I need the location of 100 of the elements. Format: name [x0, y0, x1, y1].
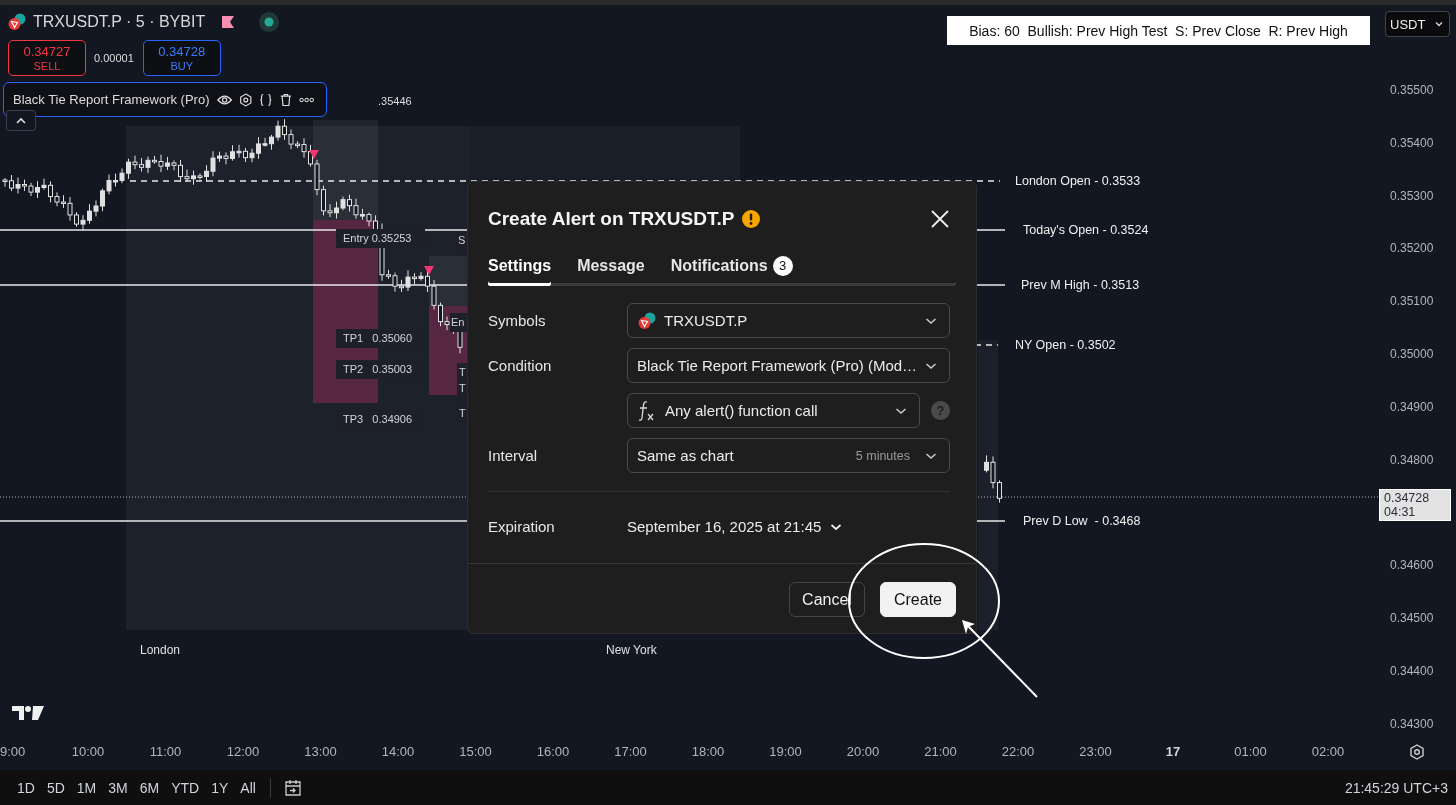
time-tick: 17:00 — [613, 744, 648, 759]
bias-box: Bias: 60 Bullish: Prev High Test S: Prev Close R: Prev High — [947, 16, 1370, 45]
flag-icon[interactable] — [221, 15, 236, 29]
trade-label: T — [457, 379, 467, 398]
symbol-dropdown[interactable]: TRXUSDT.P — [627, 303, 950, 338]
level-label: Today's Open - 0.3524 — [1023, 222, 1149, 239]
count-badge: 3 — [772, 256, 793, 276]
function-dropdown[interactable]: Any alert() function call — [627, 393, 921, 428]
logo-icon[interactable] — [12, 706, 44, 720]
level-label: London Open - 0.3533 — [1015, 173, 1141, 190]
field-label: Symbols — [488, 312, 547, 329]
sell-signal-icon — [309, 150, 319, 159]
settings-icon[interactable] — [238, 91, 253, 108]
indicator-name[interactable]: Black Tie Report Framework (Pro) — [13, 92, 210, 107]
chevron-down-icon — [1435, 21, 1443, 27]
price-tick: 0.34900 — [1390, 399, 1434, 414]
price-tick: 0.35300 — [1390, 188, 1434, 203]
chevron-down-icon — [895, 406, 908, 415]
price-tick: 0.35000 — [1390, 347, 1434, 361]
status-dot-icon — [259, 12, 280, 32]
time-tick: 19:00 — [768, 744, 803, 759]
tab[interactable]: Settings — [488, 256, 552, 286]
price-tick: 0.35400 — [1390, 135, 1434, 150]
more-icon[interactable] — [298, 96, 314, 103]
chevron-down-icon — [925, 451, 937, 460]
time-tick: 21:00 — [923, 744, 958, 759]
trade-label: En — [450, 313, 467, 332]
interval-hint: 5 minutes — [855, 448, 910, 463]
last-price: 0.34728 — [1384, 491, 1431, 505]
bar-countdown: 04:31 — [1384, 505, 1417, 519]
price-tick: 0.35200 — [1390, 241, 1434, 256]
price-tick: 0.34400 — [1390, 663, 1434, 678]
range-button[interactable]: 3M — [104, 779, 132, 796]
eye-icon[interactable] — [216, 93, 232, 106]
close-button[interactable] — [930, 209, 950, 229]
time-tick: 13:00 — [303, 744, 338, 759]
time-tick: 02:00 — [1310, 744, 1346, 759]
function-icon — [637, 399, 655, 422]
chevron-down-icon — [830, 522, 843, 531]
range-button[interactable]: 6M — [135, 779, 164, 796]
clock[interactable]: 21:45:29 UTC+3 — [1344, 779, 1448, 796]
price-tick: 0.35100 — [1390, 294, 1434, 309]
level-label: Prev M High - 0.3513 — [1021, 277, 1140, 294]
range-button[interactable]: All — [236, 779, 260, 796]
range-button[interactable]: 5D — [42, 779, 69, 796]
range-button[interactable]: 1Y — [207, 779, 233, 796]
time-tick: 16:00 — [535, 744, 571, 759]
warning-icon[interactable] — [742, 210, 761, 228]
level-label: NY Open - 0.3502 — [1015, 337, 1116, 354]
price-tick: 0.34300 — [1390, 716, 1434, 731]
interval-dropdown[interactable]: Same as chart 5 minutes — [627, 438, 950, 473]
field-label: Expiration — [488, 518, 556, 535]
expiration-dropdown[interactable]: September 16, 2025 at 21:45 — [627, 509, 843, 544]
time-tick: 23:00 — [1078, 744, 1113, 759]
time-tick: 20:00 — [845, 744, 881, 759]
price-tick: 0.34600 — [1390, 558, 1434, 573]
trash-icon[interactable] — [279, 91, 292, 108]
time-tick: 22:00 — [1000, 744, 1036, 759]
field-label: Interval — [488, 447, 539, 464]
range-button[interactable]: 1M — [72, 779, 101, 796]
symbol-title[interactable]: TRXUSDT.P · 5 · BYBIT — [33, 13, 206, 31]
price-tick: 0.35500 — [1390, 83, 1434, 97]
time-tick: 18:00 — [690, 744, 726, 759]
spread-value: 0.00001 — [94, 52, 134, 64]
chevron-down-icon — [925, 316, 937, 325]
tab[interactable]: Notifications 3 — [670, 256, 793, 286]
time-tick: 12:00 — [225, 744, 261, 759]
collapse-button[interactable] — [6, 110, 36, 131]
time-tick: 11:00 — [148, 744, 183, 759]
create-button[interactable]: Create — [880, 582, 956, 617]
indicator-legend[interactable]: Black Tie Report Framework (Pro) — [3, 82, 327, 117]
time-tick: 9:00 — [0, 744, 27, 759]
sell-button[interactable]: 0.34727 SELL — [8, 40, 86, 76]
trade-label: Entry 0.35253 — [336, 229, 425, 248]
price-tick: 0.34500 — [1390, 611, 1434, 625]
range-button[interactable]: 1D — [13, 779, 39, 796]
coin-icon — [637, 311, 657, 330]
session-label: New York — [606, 643, 657, 657]
level-label: Prev D Low - 0.3468 — [1023, 513, 1141, 530]
time-tick: 15:00 — [458, 744, 493, 759]
settings-icon[interactable] — [1409, 744, 1425, 760]
price-marker: .35446 — [378, 95, 412, 107]
dialog-title: Create Alert on TRXUSDT.P — [488, 208, 735, 230]
session-label: London — [140, 643, 181, 657]
time-tick: 17 — [1164, 744, 1182, 759]
currency-dropdown[interactable]: USDT — [1385, 11, 1450, 37]
calendar-icon[interactable] — [282, 777, 303, 798]
tab[interactable]: Message — [577, 256, 645, 286]
field-label: Condition — [488, 357, 553, 374]
coin-icon — [7, 13, 27, 31]
range-button[interactable]: YTD — [167, 779, 204, 796]
chevron-down-icon — [925, 361, 937, 370]
chevron-up-icon — [15, 116, 27, 125]
time-tick: 10:00 — [70, 744, 106, 759]
buy-button[interactable]: 0.34728 BUY — [142, 40, 221, 76]
code-icon[interactable] — [259, 91, 273, 108]
condition-dropdown[interactable]: Black Tie Report Framework (Pro) (Mod… — [627, 348, 950, 383]
sell-signal-icon — [424, 266, 434, 275]
price-tick: 0.34800 — [1390, 452, 1434, 467]
time-tick: 01:00 — [1233, 744, 1268, 759]
